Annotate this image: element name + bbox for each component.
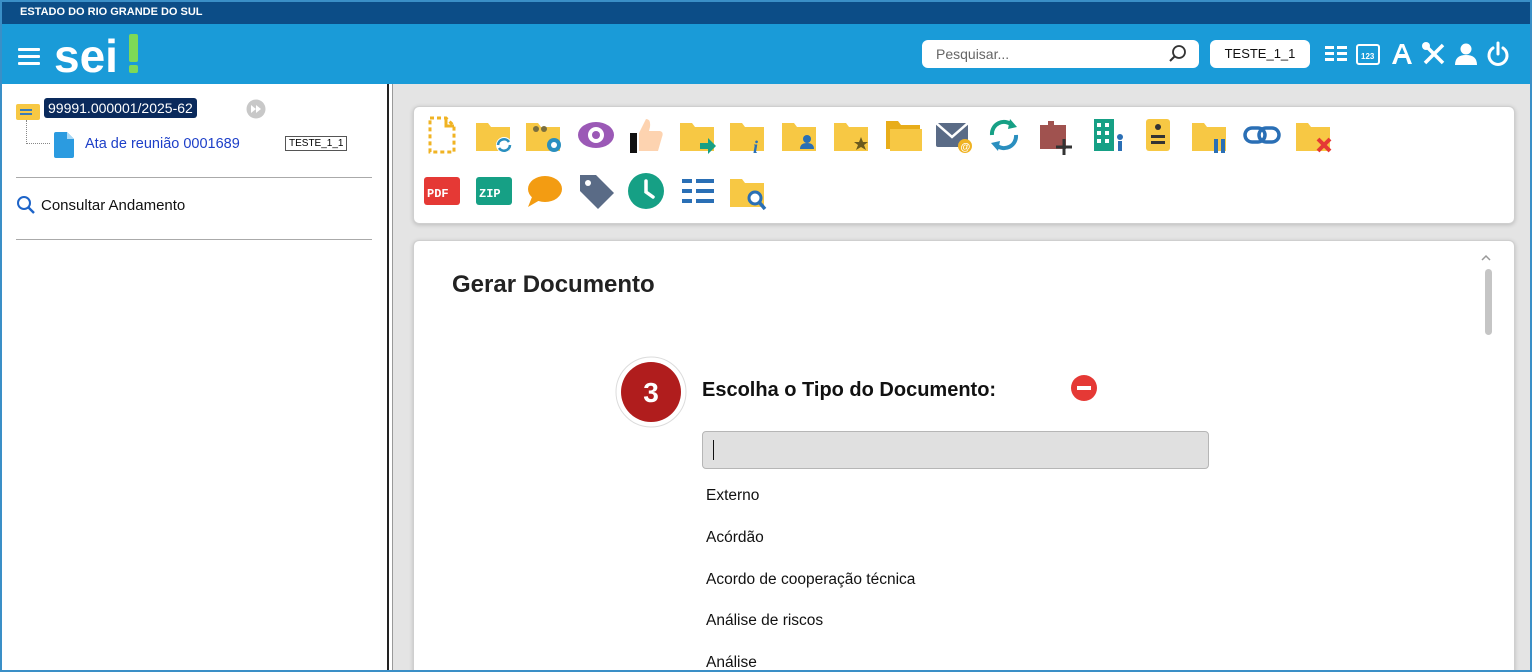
- list-icon[interactable]: [1322, 40, 1350, 68]
- svg-text:ZIP: ZIP: [479, 187, 501, 201]
- link-process-icon[interactable]: [1242, 115, 1282, 155]
- process-folder-icon[interactable]: [16, 102, 40, 120]
- search-input[interactable]: [922, 40, 1162, 68]
- process-number[interactable]: 99991.000001/2025-62: [44, 98, 197, 118]
- tree-separator: [16, 177, 372, 178]
- close-process-icon[interactable]: [1294, 115, 1334, 155]
- tools-icon[interactable]: [1420, 40, 1448, 68]
- document-icon[interactable]: [54, 132, 74, 158]
- font-size-icon[interactable]: [1388, 40, 1416, 68]
- svg-text:123: 123: [1361, 52, 1375, 61]
- process-info-icon[interactable]: i: [728, 115, 768, 155]
- user-icon[interactable]: [1452, 40, 1480, 68]
- view-access-icon[interactable]: [576, 115, 616, 155]
- scroll-up-icon[interactable]: [1479, 253, 1493, 263]
- consult-progress-link[interactable]: Consultar Andamento: [41, 197, 185, 214]
- document-unit-badge: TESTE_1_1: [285, 136, 348, 151]
- scrollbar-thumb[interactable]: [1485, 269, 1492, 335]
- state-name-bar: ESTADO DO RIO GRANDE DO SUL: [2, 2, 1530, 24]
- document-type-option[interactable]: Análise: [706, 654, 757, 670]
- process-toolbar: i @ PDF ZIP: [413, 106, 1515, 224]
- assign-process-icon[interactable]: [524, 115, 564, 155]
- comment-icon[interactable]: [524, 171, 564, 211]
- svg-text:sei: sei: [54, 30, 118, 82]
- generate-document-card: Gerar Documento 3 Escolha o Tipo do Docu…: [413, 240, 1515, 670]
- main-area: i @ PDF ZIP Gerar Documento 3 Escolha o …: [393, 84, 1530, 670]
- suspend-process-icon[interactable]: [1190, 115, 1230, 155]
- svg-text:@: @: [961, 142, 971, 153]
- process-assign-user-icon[interactable]: [780, 115, 820, 155]
- svg-text:PDF: PDF: [427, 187, 449, 201]
- step-number: 3: [643, 377, 659, 408]
- power-icon[interactable]: [1484, 40, 1512, 68]
- step-number-badge: 3: [615, 356, 687, 428]
- document-type-filter-input[interactable]: [702, 431, 1209, 469]
- tree-connector: [26, 120, 50, 144]
- search-box: [922, 40, 1199, 68]
- reopen-process-icon[interactable]: [474, 115, 514, 155]
- forward-icon[interactable]: [246, 99, 266, 119]
- sei-logo[interactable]: sei: [54, 28, 146, 82]
- document-type-option[interactable]: Acórdão: [706, 529, 764, 547]
- sync-icon[interactable]: [984, 115, 1024, 155]
- new-document-icon[interactable]: [422, 115, 462, 155]
- send-email-icon[interactable]: @: [934, 115, 974, 155]
- text-caret: [713, 440, 714, 460]
- sign-icon[interactable]: [626, 115, 666, 155]
- document-type-option[interactable]: Análise de riscos: [706, 612, 823, 630]
- calendar-icon[interactable]: 123: [1354, 40, 1382, 68]
- page-title: Gerar Documento: [452, 271, 655, 298]
- menu-icon[interactable]: [18, 48, 42, 66]
- zip-icon[interactable]: ZIP: [474, 171, 514, 211]
- document-note-icon[interactable]: [1138, 115, 1178, 155]
- list-view-icon[interactable]: [678, 171, 718, 211]
- clock-icon[interactable]: [626, 171, 666, 211]
- choose-type-label: Escolha o Tipo do Documento:: [702, 379, 997, 401]
- process-tree-panel: 99991.000001/2025-62 Ata de reunião 0001…: [2, 84, 387, 670]
- add-block-icon[interactable]: [1036, 115, 1076, 155]
- pdf-icon[interactable]: PDF: [422, 171, 462, 211]
- search-icon[interactable]: [1168, 44, 1188, 64]
- top-header: sei TESTE_1_1 123: [2, 24, 1530, 84]
- unit-selector[interactable]: TESTE_1_1: [1210, 40, 1310, 68]
- svg-text:i: i: [753, 137, 758, 155]
- tree-separator: [16, 239, 372, 240]
- search-icon[interactable]: [16, 194, 36, 216]
- follow-process-icon[interactable]: [832, 115, 872, 155]
- document-type-option[interactable]: Acordo de cooperação técnica: [706, 571, 915, 589]
- organization-icon[interactable]: [1088, 115, 1128, 155]
- tag-icon[interactable]: [576, 171, 616, 211]
- search-folder-icon[interactable]: [728, 171, 768, 211]
- send-process-icon[interactable]: [678, 115, 718, 155]
- collapse-minus-icon[interactable]: [1071, 375, 1097, 401]
- sei-window: ESTADO DO RIO GRANDE DO SUL sei TESTE_1_…: [0, 0, 1532, 672]
- document-type-option[interactable]: Externo: [706, 487, 759, 505]
- open-folder-icon[interactable]: [884, 115, 924, 155]
- document-link[interactable]: Ata de reunião 0001689: [85, 136, 240, 152]
